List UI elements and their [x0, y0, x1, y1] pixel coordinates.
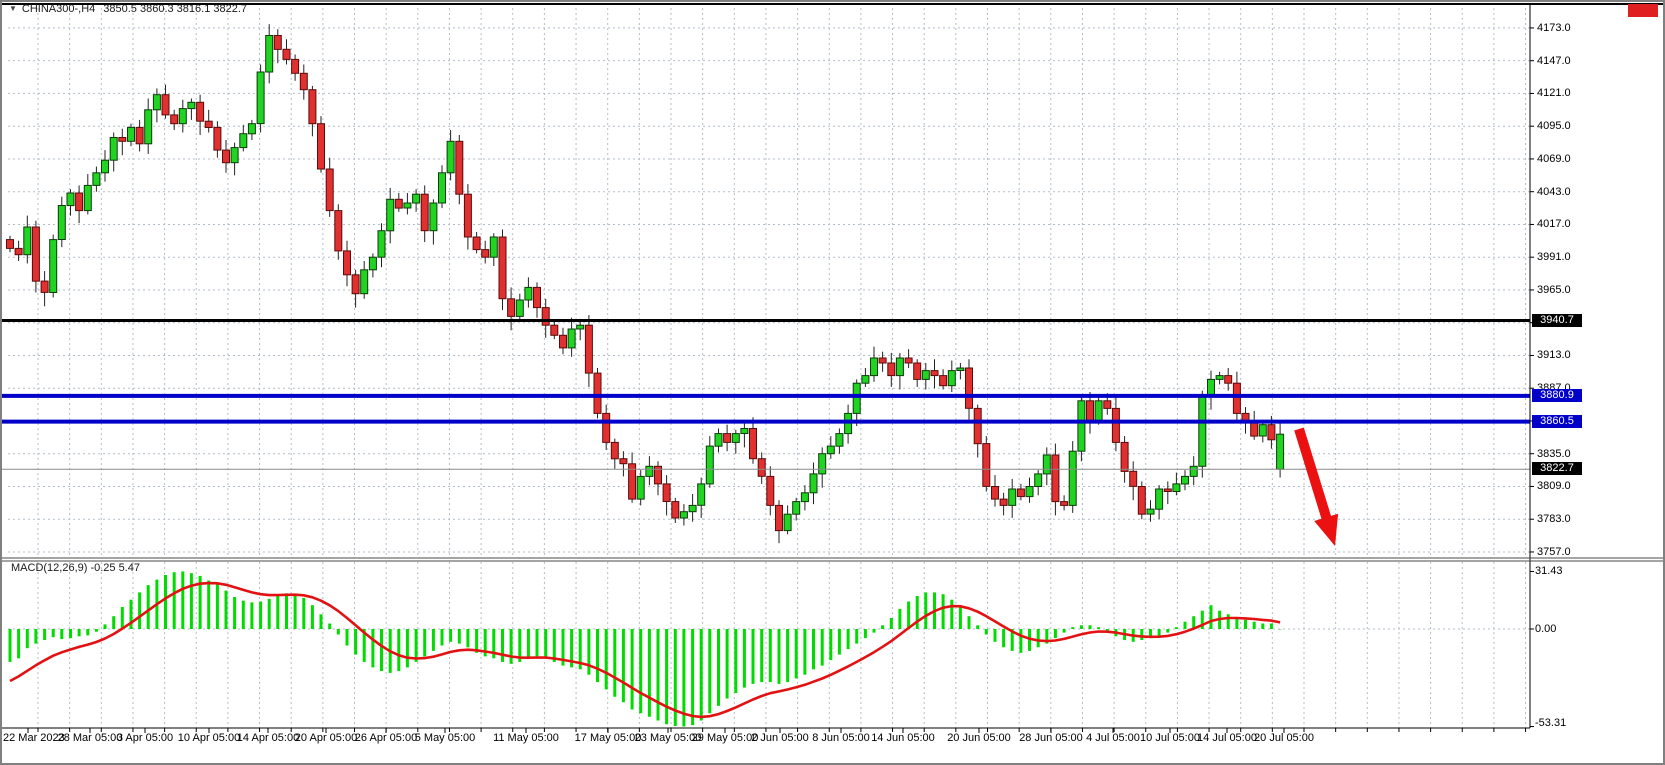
price-tick-label: 3991.0 — [1537, 251, 1571, 263]
time-tick-label: 4 Jul 05:00 — [1086, 732, 1140, 744]
price-tick-label: 3965.0 — [1537, 284, 1571, 296]
price-tick-label: 4017.0 — [1537, 218, 1571, 230]
macd-tick-label: 0.00 — [1535, 623, 1556, 635]
price-tick-label: 4147.0 — [1537, 55, 1571, 67]
top-right-red-marker — [1628, 4, 1658, 17]
down-arrow-annotation[interactable] — [1299, 429, 1338, 546]
price-tick-label: 3809.0 — [1537, 480, 1571, 492]
price-level-badge: 3822.7 — [1532, 462, 1582, 475]
price-tick-label: 3783.0 — [1537, 513, 1571, 525]
price-tick-label: 4095.0 — [1537, 120, 1571, 132]
price-tick-label: 4043.0 — [1537, 186, 1571, 198]
time-tick-label: 29 May 05:00 — [692, 732, 759, 744]
time-tick-label: 20 Apr 05:00 — [295, 732, 357, 744]
macd-histogram — [10, 572, 1280, 727]
time-tick-label: 26 Apr 05:00 — [355, 732, 417, 744]
time-tick-label: 20 Jul 05:00 — [1254, 732, 1314, 744]
time-tick-label: 22 Mar 2023 — [3, 732, 65, 744]
price-tick-label: 4069.0 — [1537, 153, 1571, 165]
time-tick-label: 14 Jul 05:00 — [1197, 732, 1257, 744]
macd-tick-label: 31.43 — [1535, 565, 1563, 577]
price-level-badge: 3880.9 — [1532, 389, 1582, 402]
time-tick-label: 14 Apr 05:00 — [237, 732, 299, 744]
price-tick-label: 4173.0 — [1537, 22, 1571, 34]
symbol-dropdown-icon[interactable]: ▼ — [9, 2, 17, 15]
ohlc-values: 3850.5 3860.3 3816.1 3822.7 — [103, 3, 247, 15]
symbol-period-label: CHINA300-,H4 — [22, 3, 95, 15]
indicator-label: MACD(12,26,9) -0.25 5.47 — [11, 562, 140, 575]
price-tick-label: 3913.0 — [1537, 349, 1571, 361]
macd-tick-label: -53.31 — [1535, 717, 1566, 729]
price-level-badge: 3940.7 — [1532, 314, 1582, 327]
candles — [7, 24, 1284, 543]
time-tick-label: 8 Jun 05:00 — [812, 732, 870, 744]
time-tick-label: 10 Apr 05:00 — [178, 732, 240, 744]
time-tick-label: 5 May 05:00 — [415, 732, 476, 744]
price-tick-label: 3757.0 — [1537, 546, 1571, 558]
price-level-badge: 3860.5 — [1532, 415, 1582, 428]
price-tick-label: 4121.0 — [1537, 87, 1571, 99]
time-tick-label: 20 Jun 05:00 — [947, 732, 1011, 744]
chart-title: ▼ CHINA300-,H4 3850.5 3860.3 3816.1 3822.7 — [9, 3, 247, 16]
time-tick-label: 14 Jun 05:00 — [871, 732, 935, 744]
time-tick-label: 17 May 05:00 — [575, 732, 642, 744]
price-tick-label: 3835.0 — [1537, 448, 1571, 460]
time-tick-label: 10 Jul 05:00 — [1140, 732, 1200, 744]
chart-canvas[interactable] — [0, 0, 1665, 765]
grid-lines — [8, 8, 1530, 728]
chart-window: ▼ CHINA300-,H4 3850.5 3860.3 3816.1 3822.7… — [0, 0, 1665, 765]
time-tick-label: 28 Jun 05:00 — [1019, 732, 1083, 744]
time-tick-label: 3 Apr 05:00 — [117, 732, 173, 744]
time-tick-label: 11 May 05:00 — [493, 732, 559, 744]
time-tick-label: 28 Mar 05:00 — [58, 732, 123, 744]
time-tick-label: 2 Jun 05:00 — [751, 732, 809, 744]
axis-frame — [1, 1, 1664, 764]
